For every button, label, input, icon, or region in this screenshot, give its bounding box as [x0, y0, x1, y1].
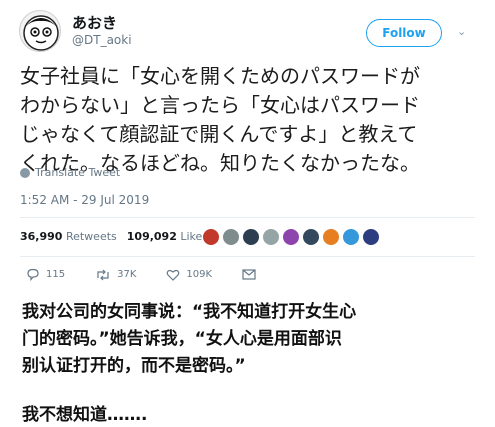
reply-icon — [27, 268, 39, 281]
liker-avatar[interactable] — [322, 228, 340, 246]
globe-icon — [20, 167, 30, 178]
likes-count: 109,092 — [126, 230, 177, 243]
liker-avatars — [202, 228, 380, 246]
retweets-label: Retweets — [65, 230, 117, 243]
caption-line: 别认证打开的，而不是密码。” — [22, 356, 246, 376]
caption-line: 我对公司的女同事说：“我不知道打开女生心 — [22, 302, 357, 322]
liker-avatar[interactable] — [202, 228, 220, 246]
translate-tweet-link[interactable]: Translate Tweet — [20, 166, 120, 179]
divider — [20, 217, 475, 218]
reply-count: 115 — [46, 269, 66, 280]
like-count: 109K — [186, 269, 213, 280]
liker-avatar[interactable] — [262, 228, 280, 246]
liker-avatar[interactable] — [282, 228, 300, 246]
like-button[interactable]: 109K — [166, 269, 212, 281]
cartoon-face-avatar-icon — [23, 15, 59, 51]
direct-message-button[interactable] — [242, 269, 256, 280]
divider — [20, 256, 475, 257]
heart-icon — [167, 269, 180, 281]
tweet-stats: 36,990 Retweets 109,092 Likes — [20, 230, 218, 243]
tweet-line: じゃなくて顔認証で開くんですよ」と教えて — [20, 122, 418, 146]
liker-avatar[interactable] — [342, 228, 360, 246]
tweet-line: 女子社員に「女心を開くためのパスワードが — [20, 64, 420, 88]
caption-ending: 我不想知道……. — [22, 405, 148, 425]
translation-caption: 我对公司的女同事说：“我不知道打开女生心 门的密码。”她告诉我，“女人心是用面部… — [22, 299, 477, 380]
retweets-count: 36,990 — [20, 230, 63, 243]
retweet-icon — [97, 269, 109, 280]
retweet-button[interactable]: 37K — [95, 269, 136, 281]
caption-line: 门的密码。”她告诉我，“女人心是用面部识 — [22, 329, 342, 349]
liker-avatar[interactable] — [222, 228, 240, 246]
retweet-count: 37K — [117, 269, 137, 280]
user-handle[interactable]: @DT_aoki — [72, 33, 132, 47]
tweet-text: 女子社員に「女心を開くためのパスワードが わからない」と言ったら「女心はパスワー… — [20, 62, 482, 178]
follow-button[interactable]: Follow — [366, 19, 442, 47]
tweet-actions: 115 37K 109K — [26, 268, 286, 281]
liker-avatar[interactable] — [242, 228, 260, 246]
liker-avatar[interactable] — [302, 228, 320, 246]
retweets-stat[interactable]: 36,990 Retweets — [20, 230, 117, 243]
envelope-icon — [242, 269, 256, 280]
liker-avatar[interactable] — [362, 228, 380, 246]
display-name[interactable]: あおき — [72, 12, 117, 33]
tweet-timestamp[interactable]: 1:52 AM - 29 Jul 2019 — [20, 193, 149, 207]
reply-button[interactable]: 115 — [26, 268, 65, 281]
translate-label: Translate Tweet — [35, 166, 121, 179]
likes-stat[interactable]: 109,092 Likes — [127, 230, 208, 243]
avatar[interactable] — [19, 10, 61, 52]
tweet-line: わからない」と言ったら「女心はパスワード — [20, 93, 420, 117]
chevron-down-icon[interactable]: ⌄ — [457, 25, 466, 38]
